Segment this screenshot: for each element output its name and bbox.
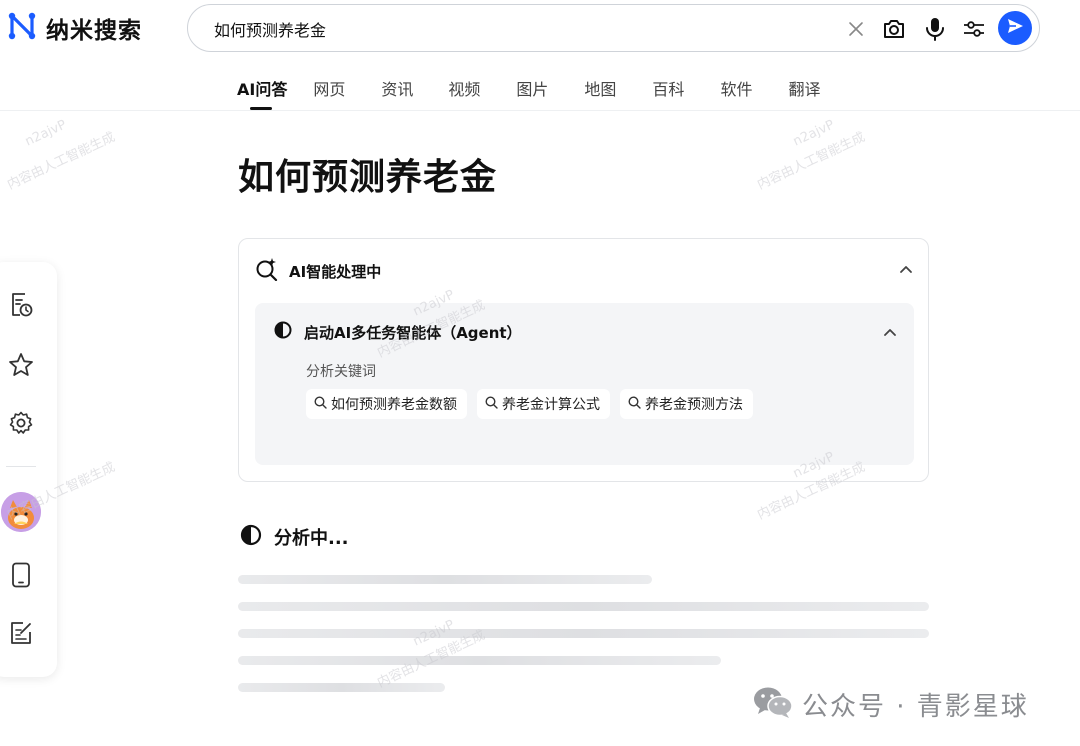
microphone-icon[interactable] xyxy=(923,17,947,41)
wechat-icon xyxy=(752,684,794,724)
processing-label: AI智能处理中 xyxy=(289,262,382,281)
star-icon[interactable] xyxy=(8,352,34,378)
tab-web[interactable]: 网页 xyxy=(313,78,345,102)
loading-skeleton-line xyxy=(238,602,929,611)
tab-wiki[interactable]: 百科 xyxy=(652,78,684,102)
footer-watermark-text: 公众号 · 青影星球 xyxy=(802,691,1029,722)
processing-header[interactable]: AI智能处理中 xyxy=(255,257,381,285)
loading-skeleton-line xyxy=(238,683,445,692)
logo-text: 纳米搜索 xyxy=(46,18,142,44)
logo-icon xyxy=(6,10,38,46)
ai-sparkle-search-icon xyxy=(255,257,279,285)
tab-software[interactable]: 软件 xyxy=(720,78,752,102)
camera-icon[interactable] xyxy=(882,17,906,41)
loading-skeleton-line xyxy=(238,656,721,665)
overlay-watermark: 内容由人工智能生成 xyxy=(5,129,118,193)
chevron-up-icon[interactable] xyxy=(898,261,914,277)
chevron-up-icon[interactable] xyxy=(882,324,898,340)
keyword-chip-label: 养老金计算公式 xyxy=(502,397,600,413)
page-title: 如何预测养老金 xyxy=(238,157,498,198)
tab-ai-answer[interactable]: AI问答 xyxy=(237,78,287,110)
avatar[interactable] xyxy=(1,492,41,532)
agent-header[interactable]: 启动AI多任务智能体（Agent） xyxy=(274,321,522,343)
overlay-watermark: n2ajvP xyxy=(790,117,837,150)
half-circle-icon xyxy=(240,524,262,550)
tab-translate[interactable]: 翻译 xyxy=(788,78,820,102)
history-icon[interactable] xyxy=(8,292,34,318)
search-box xyxy=(187,4,1040,52)
keyword-chip[interactable]: 如何预测养老金数额 xyxy=(306,389,467,419)
overlay-watermark: 内容由人工智能生成 xyxy=(755,129,868,193)
analyzing-header: 分析中... xyxy=(240,524,349,550)
footer-watermark: 公众号 · 青影星球 xyxy=(752,684,1029,724)
tab-maps[interactable]: 地图 xyxy=(584,78,616,102)
analyzing-label: 分析中... xyxy=(274,528,349,549)
top-bar: 纳米搜索 xyxy=(0,0,1080,58)
tab-news[interactable]: 资讯 xyxy=(381,78,413,102)
keyword-chips: 如何预测养老金数额 养老金计算公式 养老金预测方法 xyxy=(306,389,753,419)
search-icon xyxy=(628,395,641,413)
search-icon xyxy=(314,395,327,413)
tab-images[interactable]: 图片 xyxy=(516,78,548,102)
phone-icon[interactable] xyxy=(8,562,34,588)
logo[interactable]: 纳米搜索 xyxy=(6,10,142,46)
loading-skeleton-line xyxy=(238,575,652,584)
keyword-chip[interactable]: 养老金计算公式 xyxy=(477,389,610,419)
agent-label: 启动AI多任务智能体（Agent） xyxy=(304,323,522,342)
overlay-watermark: n2ajvP xyxy=(22,117,69,150)
keyword-chip-label: 养老金预测方法 xyxy=(645,397,743,413)
search-icon xyxy=(485,395,498,413)
clear-icon[interactable] xyxy=(844,17,868,41)
tab-divider xyxy=(0,110,1080,111)
keyword-chip[interactable]: 养老金预测方法 xyxy=(620,389,753,419)
half-circle-icon xyxy=(274,321,292,343)
tab-video[interactable]: 视频 xyxy=(448,78,480,102)
agent-step-label: 分析关键词 xyxy=(306,364,376,380)
send-icon xyxy=(1005,16,1025,40)
keyword-chip-label: 如何预测养老金数额 xyxy=(331,397,457,413)
page: 纳米搜索 AI问答 网页 资讯 xyxy=(0,0,1080,746)
search-tabs: AI问答 网页 资讯 视频 图片 地图 百科 软件 翻译 xyxy=(237,78,820,112)
processing-card: AI智能处理中 启动AI多任务智能体（Agent） 分析关键词 如何预测养老金数… xyxy=(238,238,929,482)
sidebar-divider xyxy=(6,466,36,467)
search-input[interactable] xyxy=(214,17,814,41)
note-edit-icon[interactable] xyxy=(8,620,34,646)
filter-settings-icon[interactable] xyxy=(962,17,986,41)
gear-icon[interactable] xyxy=(8,410,34,436)
agent-panel: 启动AI多任务智能体（Agent） 分析关键词 如何预测养老金数额 养老金计算公… xyxy=(255,303,914,465)
floating-sidebar xyxy=(0,262,57,677)
loading-skeleton-line xyxy=(238,629,929,638)
send-button[interactable] xyxy=(998,11,1032,45)
